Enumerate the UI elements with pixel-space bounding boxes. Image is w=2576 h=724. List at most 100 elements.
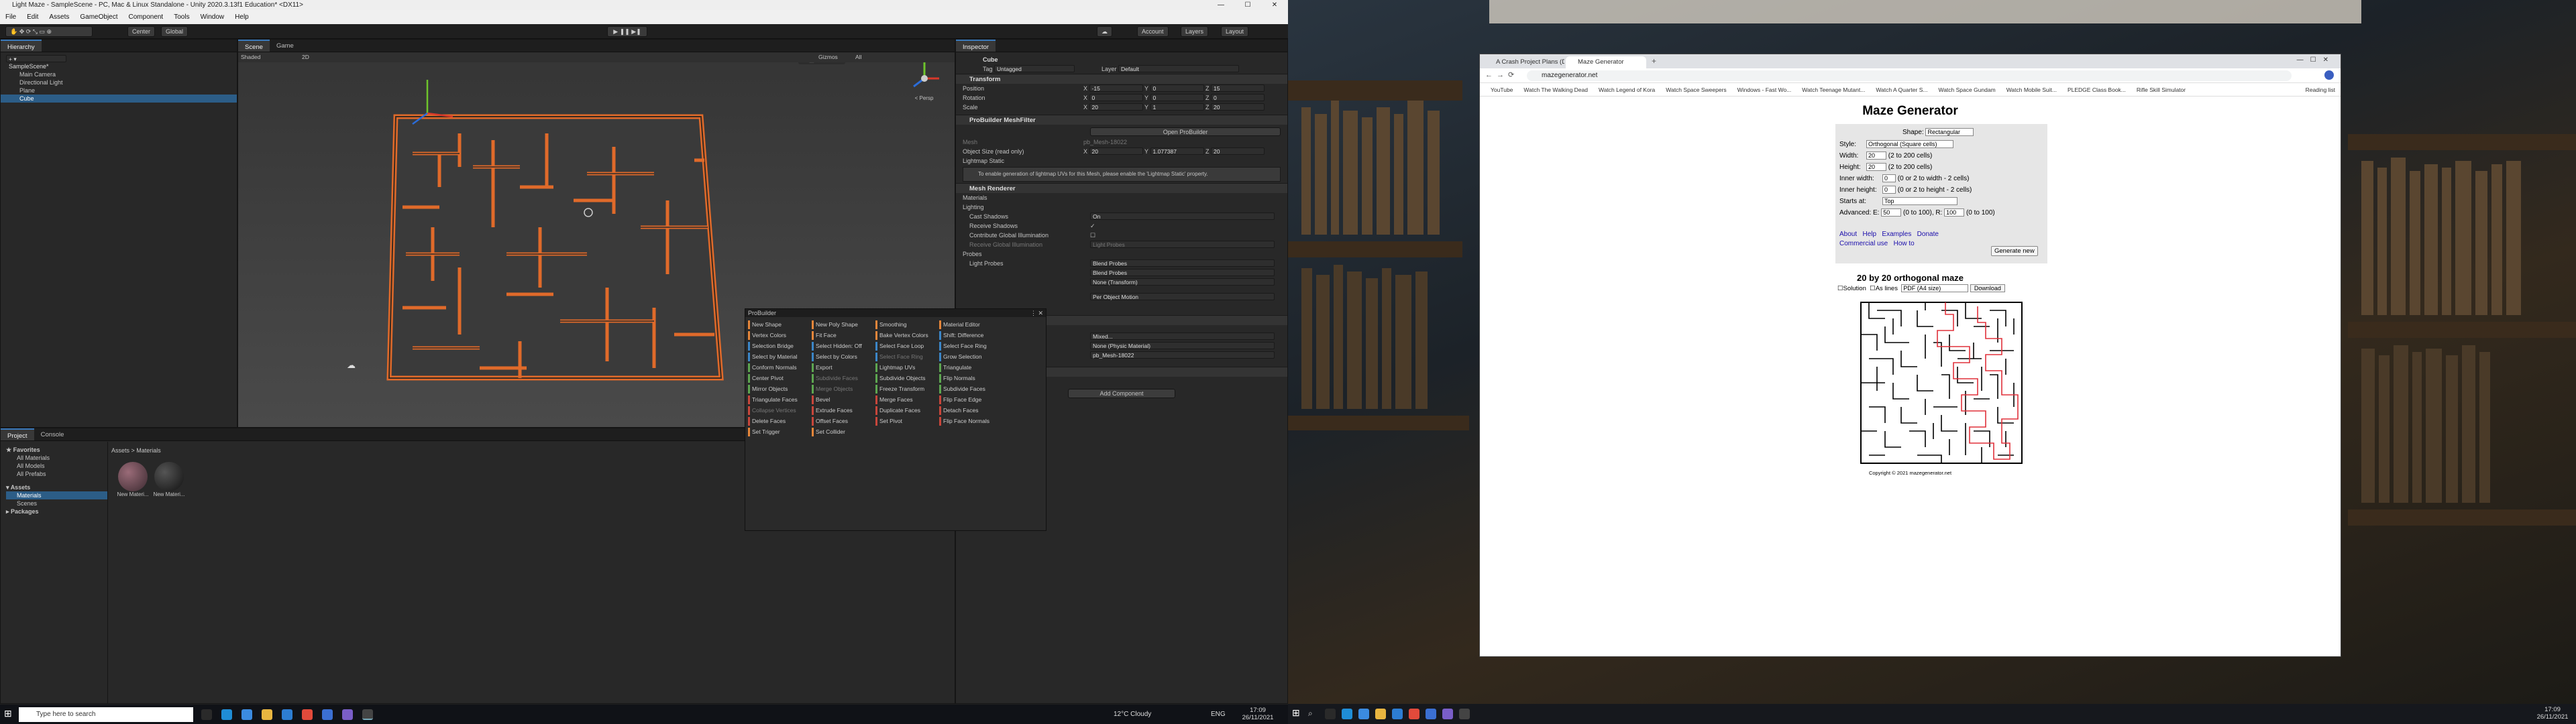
- pb-action[interactable]: Select Face Ring: [939, 342, 1000, 351]
- collider-mesh-field[interactable]: pb_Mesh-18022: [1090, 351, 1275, 359]
- account-button[interactable]: Account: [1137, 26, 1169, 37]
- 2d-toggle[interactable]: 2D: [302, 52, 309, 62]
- edge-icon[interactable]: [1342, 709, 1352, 719]
- light-probes-dropdown[interactable]: Blend Probes: [1090, 259, 1275, 267]
- probuilder-meshfilter-header[interactable]: ProBuilder MeshFilter: [956, 115, 1287, 125]
- width-input[interactable]: 20: [1866, 152, 1886, 160]
- bookmark[interactable]: Watch A Quarter S...: [1870, 83, 1933, 96]
- pivot-center-button[interactable]: Center: [127, 26, 156, 37]
- pb-action[interactable]: Vertex Colors: [748, 331, 809, 340]
- mesh-renderer-header[interactable]: Mesh Renderer: [956, 183, 1287, 193]
- global-button[interactable]: Global: [161, 26, 189, 37]
- height-input[interactable]: 20: [1866, 163, 1886, 172]
- motion-vectors-dropdown[interactable]: Per Object Motion: [1090, 293, 1275, 300]
- pb-action[interactable]: Extrude Faces: [812, 406, 873, 415]
- solution-checkbox[interactable]: ☐: [1837, 285, 1843, 292]
- pb-action[interactable]: Mirror Objects: [748, 385, 809, 394]
- fav-item[interactable]: All Models: [6, 462, 107, 470]
- tag-dropdown[interactable]: Untagged: [994, 65, 1075, 72]
- pb-action[interactable]: Select Face Loop: [875, 342, 936, 351]
- bookmark[interactable]: Watch Legend of Kora: [1593, 83, 1660, 96]
- pb-action[interactable]: Selection Bridge: [748, 342, 809, 351]
- hierarchy-item[interactable]: Plane: [1, 86, 237, 95]
- physic-material-field[interactable]: None (Physic Material): [1090, 342, 1275, 349]
- folder-item[interactable]: Scenes: [6, 499, 107, 507]
- task-view-icon[interactable]: [201, 709, 212, 720]
- app-icon[interactable]: [1426, 709, 1436, 719]
- cast-shadows-dropdown[interactable]: On: [1090, 213, 1275, 220]
- explorer-icon[interactable]: [1375, 709, 1386, 719]
- tab-project[interactable]: Project: [1, 428, 34, 440]
- fav-item[interactable]: All Prefabs: [6, 470, 107, 478]
- commercial-use-link[interactable]: Commercial use: [1839, 240, 1888, 247]
- pb-action[interactable]: Triangulate: [939, 363, 1000, 372]
- search-icon[interactable]: ⌕: [1308, 709, 1319, 719]
- asset-thumb[interactable]: New Materi...: [116, 462, 150, 497]
- pb-action[interactable]: Delete Faces: [748, 417, 809, 426]
- scene-root[interactable]: SampleScene*: [1, 62, 237, 70]
- hierarchy-item-selected[interactable]: Cube: [1, 95, 237, 103]
- pb-action[interactable]: Material Editor: [939, 320, 1000, 329]
- tab-console[interactable]: Console: [34, 428, 71, 440]
- fav-item[interactable]: All Materials: [6, 454, 107, 462]
- pb-action[interactable]: Merge Objects: [812, 385, 873, 394]
- starts-select[interactable]: Top: [1882, 197, 1957, 206]
- windows-start-icon[interactable]: ⊞: [4, 708, 15, 719]
- taskbar-search[interactable]: Type here to search: [19, 707, 193, 722]
- scale-x[interactable]: 20: [1089, 103, 1143, 111]
- pb-action[interactable]: Lightmap UVs: [875, 363, 936, 372]
- tab-inspector[interactable]: Inspector: [956, 40, 996, 52]
- scale-y[interactable]: 1: [1150, 103, 1204, 111]
- pb-action[interactable]: Select by Colors: [812, 353, 873, 361]
- anchor-override-field[interactable]: None (Transform): [1090, 278, 1275, 286]
- open-probuilder-button[interactable]: Open ProBuilder: [1090, 127, 1281, 136]
- pb-action[interactable]: Flip Face Normals: [939, 417, 1000, 426]
- unity-icon[interactable]: [1459, 709, 1470, 719]
- menu-edit[interactable]: Edit: [21, 10, 44, 24]
- pb-action[interactable]: Select Face Ring: [875, 353, 936, 361]
- format-select[interactable]: PDF (A4 size): [1901, 284, 1969, 293]
- favorites-folder[interactable]: ★ Favorites: [6, 446, 107, 454]
- probes-foldout[interactable]: Probes: [963, 249, 982, 259]
- minimize-button[interactable]: —: [1208, 0, 1234, 10]
- menu-file[interactable]: File: [0, 10, 21, 24]
- tab-maze-generator[interactable]: Maze Generator: [1566, 56, 1646, 68]
- add-component-button[interactable]: Add Component: [1068, 389, 1175, 398]
- download-button[interactable]: Download: [1970, 284, 2005, 293]
- pb-action[interactable]: Export: [812, 363, 873, 372]
- pb-action[interactable]: Set Pivot: [875, 417, 936, 426]
- layer-dropdown[interactable]: Default: [1118, 65, 1240, 72]
- pb-action[interactable]: New Poly Shape: [812, 320, 873, 329]
- chrome-icon[interactable]: [302, 709, 313, 720]
- generate-button[interactable]: Generate new: [1991, 246, 2038, 256]
- pb-action[interactable]: Duplicate Faces: [875, 406, 936, 415]
- collider-cooking-dropdown[interactable]: Mixed...: [1090, 333, 1275, 340]
- nav-buttons-icon[interactable]: ←→⟳: [1485, 70, 1518, 79]
- pb-action[interactable]: Center Pivot: [748, 374, 809, 383]
- menu-window[interactable]: Window: [195, 10, 230, 24]
- pb-action[interactable]: Fit Face: [812, 331, 873, 340]
- bookmark[interactable]: Watch Teenage Mutant...: [1796, 83, 1870, 96]
- task-view-icon[interactable]: [1325, 709, 1336, 719]
- pb-action[interactable]: Bevel: [812, 396, 873, 404]
- shape-select[interactable]: Rectangular: [1925, 128, 1974, 137]
- pb-action[interactable]: Subdivide Faces: [812, 374, 873, 383]
- bookmark[interactable]: Windows - Fast Wo...: [1732, 83, 1797, 96]
- project-breadcrumb[interactable]: Assets > Materials: [111, 446, 161, 455]
- app-icon[interactable]: [1358, 709, 1369, 719]
- packages-folder[interactable]: ▸ Packages: [6, 507, 107, 516]
- app-icon[interactable]: [322, 709, 333, 720]
- collab-button[interactable]: ☁: [1097, 26, 1112, 37]
- reflection-probes-dropdown[interactable]: Blend Probes: [1090, 269, 1275, 276]
- url-field[interactable]: mazegenerator.net: [1527, 70, 2292, 81]
- pb-action[interactable]: Select Hidden: Off: [812, 342, 873, 351]
- r-input[interactable]: 100: [1944, 208, 1965, 217]
- position-z[interactable]: 15: [1211, 84, 1265, 92]
- bookmark[interactable]: YouTube: [1485, 83, 1518, 96]
- bookmark[interactable]: Watch Mobile Suit...: [2001, 83, 2062, 96]
- donate-link[interactable]: Donate: [1917, 231, 1939, 238]
- pb-action[interactable]: Shift: Difference: [939, 331, 1000, 340]
- pb-action[interactable]: Detach Faces: [939, 406, 1000, 415]
- assets-folder[interactable]: ▾ Assets: [6, 483, 107, 491]
- contribute-gi-checkbox[interactable]: ☐: [1090, 231, 1095, 240]
